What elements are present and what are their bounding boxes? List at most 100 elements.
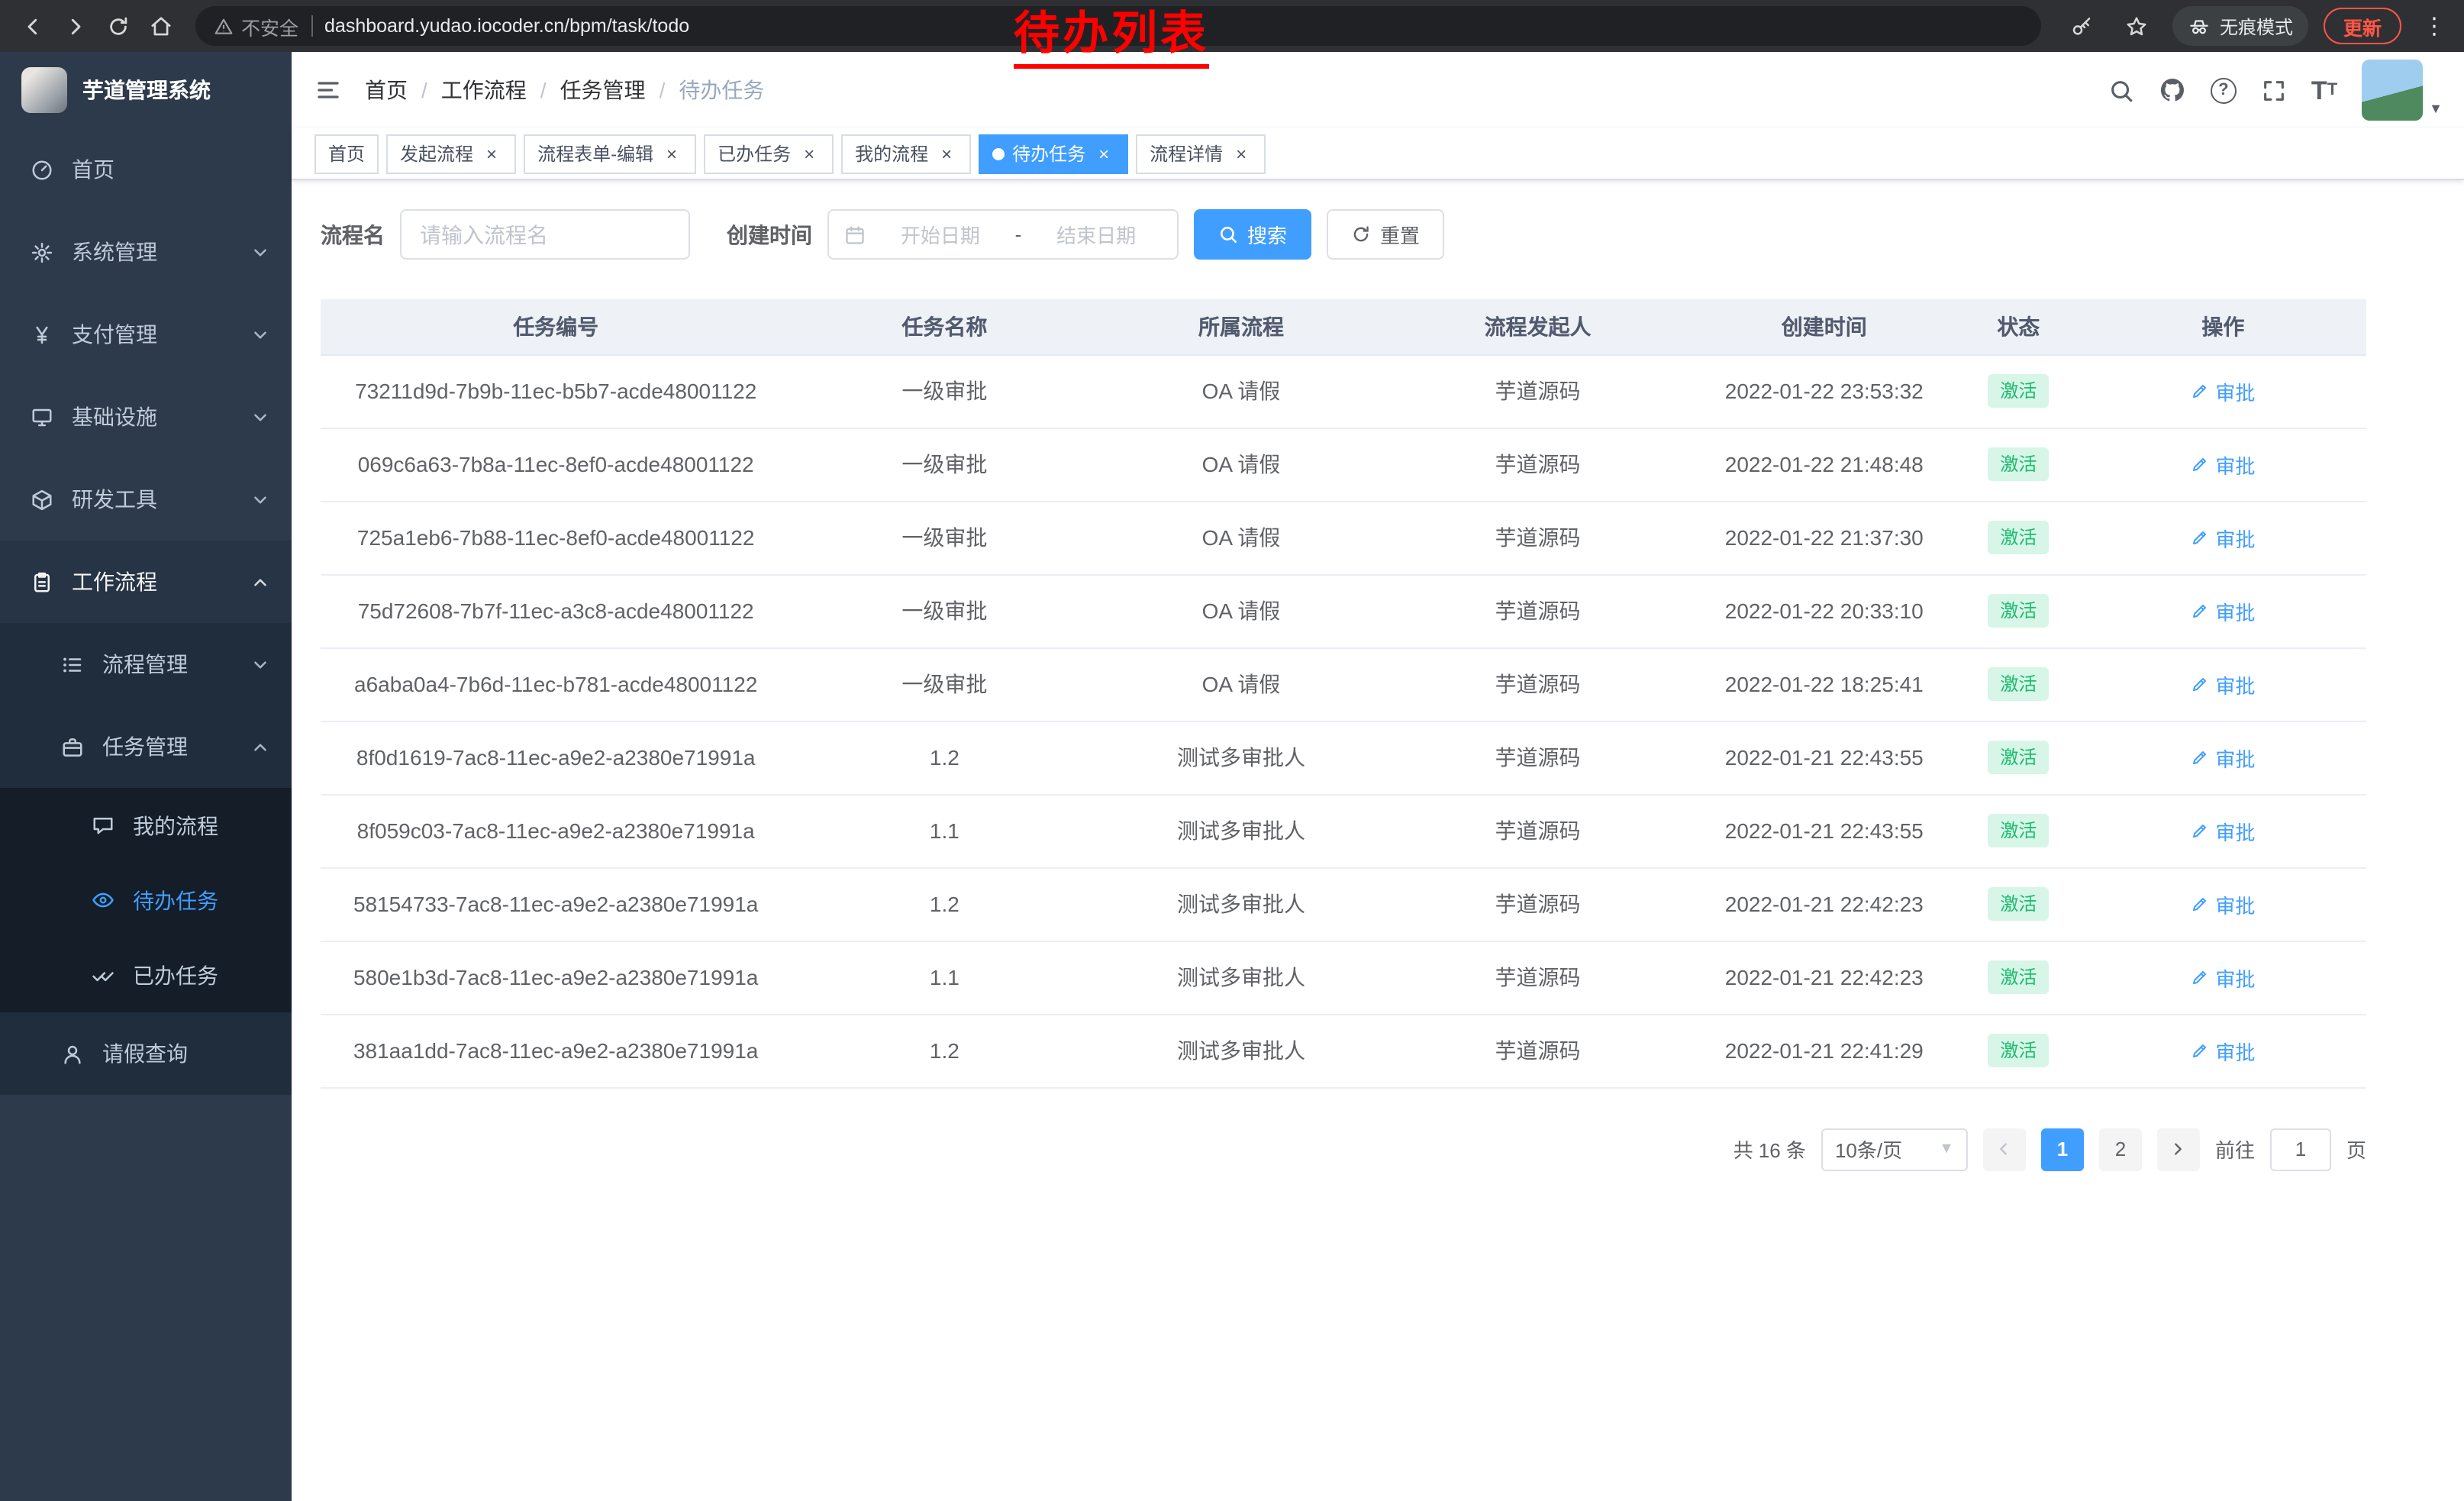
breadcrumb-home[interactable]: 首页 [365,75,408,105]
cell-task-name: 1.1 [791,794,1098,867]
app-logo: 芋道管理系统 [0,52,292,128]
sidebar-item-home[interactable]: 首页 [0,128,292,211]
sidebar-item-process-mgmt[interactable]: 流程管理 [0,623,292,705]
browser-update-button[interactable]: 更新 [2324,8,2401,44]
goto-page-input[interactable] [2270,1128,2331,1170]
approve-link[interactable]: 审批 [2191,1036,2255,1065]
chevron-down-icon [250,407,270,427]
col-actions: 操作 [2080,299,2366,354]
status-badge: 激活 [1988,667,2049,701]
address-separator [311,15,312,37]
col-process: 所属流程 [1098,299,1384,354]
tab-process-detail[interactable]: 流程详情 × [1136,134,1266,173]
approve-link[interactable]: 审批 [2191,816,2255,845]
cell-initiator: 芋道源码 [1385,428,1692,501]
browser-menu-icon[interactable]: ⋮ [2417,12,2452,40]
page-button-1[interactable]: 1 [2041,1128,2084,1170]
search-button[interactable]: 搜索 [1194,209,1311,260]
cell-task-id: 580e1b3d-7ac8-11ec-a9e2-a2380e71991a [321,941,791,1014]
close-icon[interactable]: × [1230,143,1252,164]
sidebar-item-workflow[interactable]: 工作流程 [0,541,292,623]
approve-link[interactable]: 审批 [2191,596,2255,625]
close-icon[interactable]: × [481,143,502,164]
sidebar-item-system[interactable]: 系统管理 [0,211,292,293]
filter-bar: 流程名 创建时间 开始日期 - 结束日期 [321,209,2366,260]
clipboard-icon [31,570,53,593]
col-status: 状态 [1957,299,2080,354]
date-separator: - [1015,223,1022,246]
home-button[interactable] [140,6,180,46]
approve-link[interactable]: 审批 [2191,376,2255,405]
breadcrumb-task-mgmt[interactable]: 任务管理 [560,75,646,105]
tab-todo-task[interactable]: 待办任务 × [979,134,1128,173]
table-row: 8f059c03-7ac8-11ec-a9e2-a2380e71991a 1.1… [321,794,2366,867]
search-icon[interactable] [2108,77,2134,103]
approve-link[interactable]: 审批 [2191,743,2255,772]
next-page-button[interactable] [2157,1128,2200,1170]
sidebar-item-leave-query[interactable]: 请假查询 [0,1012,292,1095]
help-icon[interactable]: ? [2211,77,2237,103]
tab-my-process[interactable]: 我的流程 × [841,134,971,173]
reset-button[interactable]: 重置 [1327,209,1444,260]
fullscreen-icon[interactable] [2261,77,2287,103]
table-row: 069c6a63-7b8a-11ec-8ef0-acde48001122 一级审… [321,428,2366,501]
github-icon[interactable] [2159,76,2186,104]
forward-button[interactable] [55,6,95,46]
table-row: 73211d9d-7b9b-11ec-b5b7-acde48001122 一级审… [321,354,2366,428]
tab-form-edit[interactable]: 流程表单-编辑 × [524,134,696,173]
prev-page-button[interactable] [1983,1128,2026,1170]
table-row: 58154733-7ac8-11ec-a9e2-a2380e71991a 1.2… [321,867,2366,941]
sidebar-item-my-process[interactable]: 我的流程 [0,788,292,863]
pagination: 共 16 条 10条/页 ▼ 1 2 前往 页 [321,1128,2366,1170]
process-name-input[interactable] [400,209,690,260]
tab-home[interactable]: 首页 [314,134,379,173]
main-area: 首页 / 工作流程 / 任务管理 / 待办任务 ? [292,52,2464,1501]
tab-start-process[interactable]: 发起流程 × [386,134,516,173]
close-icon[interactable]: × [798,143,820,164]
sidebar-item-payment[interactable]: 支付管理 [0,293,292,376]
cell-task-name: 1.2 [791,1014,1098,1087]
table-row: a6aba0a4-7b6d-11ec-b781-acde48001122 一级审… [321,647,2366,721]
caret-down-icon: ▼ [2429,101,2443,121]
screen: 不安全 dashboard.yudao.iocoder.cn/bpm/task/… [0,0,2464,1501]
page-button-2[interactable]: 2 [2099,1128,2142,1170]
search-icon [1218,224,1238,244]
approve-link[interactable]: 审批 [2191,670,2255,699]
close-icon[interactable]: × [1093,143,1114,164]
sidebar-toggle-icon[interactable] [292,52,365,128]
close-icon[interactable]: × [936,143,957,164]
sidebar-item-devtools[interactable]: 研发工具 [0,458,292,541]
cell-task-id: 725a1eb6-7b88-11ec-8ef0-acde48001122 [321,501,791,574]
sidebar-item-task-mgmt[interactable]: 任务管理 [0,705,292,788]
sidebar-item-todo-task[interactable]: 待办任务 [0,863,292,938]
cell-task-name: 1.2 [791,867,1098,941]
cell-created: 2022-01-22 20:33:10 [1692,574,1957,647]
page-size-select[interactable]: 10条/页 ▼ [1821,1128,1968,1170]
approve-link[interactable]: 审批 [2191,450,2255,479]
chevron-up-icon [250,572,270,592]
approve-link[interactable]: 审批 [2191,523,2255,552]
not-secure-warning[interactable]: 不安全 [214,11,298,40]
chevron-down-icon [250,242,270,262]
bookmark-star-icon[interactable] [2117,6,2157,46]
password-key-icon[interactable] [2062,6,2102,46]
user-menu[interactable]: ▼ [2362,60,2443,121]
back-button[interactable] [12,6,52,46]
sidebar-item-infrastructure[interactable]: 基础设施 [0,376,292,458]
date-range-picker[interactable]: 开始日期 - 结束日期 [827,209,1179,260]
sidebar-item-done-task[interactable]: 已办任务 [0,938,292,1012]
annotation-todo-list: 待办列表 [1014,9,1209,68]
approve-link[interactable]: 审批 [2191,889,2255,918]
close-icon[interactable]: × [661,143,682,164]
edit-icon [2191,675,2209,693]
status-badge: 激活 [1988,374,2049,408]
dashboard-icon [31,158,53,181]
cell-process: OA 请假 [1098,574,1384,647]
tab-done-task[interactable]: 已办任务 × [704,134,834,173]
approve-link[interactable]: 审批 [2191,963,2255,992]
breadcrumb: 首页 / 工作流程 / 任务管理 / 待办任务 [365,75,764,105]
status-badge: 激活 [1988,521,2049,554]
reload-button[interactable] [98,6,137,46]
font-size-icon[interactable]: TT [2311,77,2337,103]
breadcrumb-workflow[interactable]: 工作流程 [441,75,527,105]
